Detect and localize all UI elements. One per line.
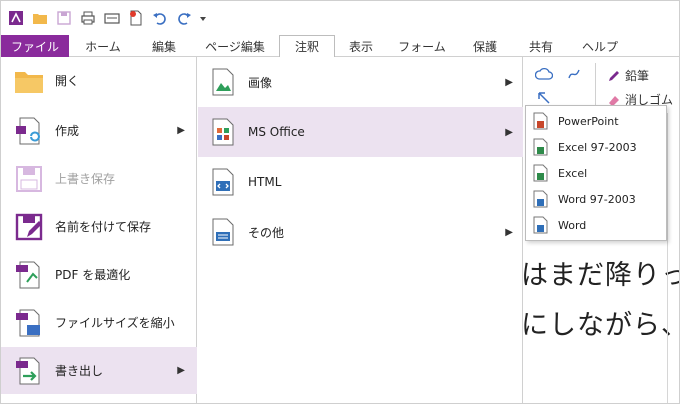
redo-icon[interactable] — [175, 9, 193, 27]
print-icon[interactable] — [79, 9, 97, 27]
export-word[interactable]: Word — [526, 212, 666, 238]
export-submenu: 画像 ▶ MS Office ▶ HTML その他 ▶ — [198, 57, 523, 403]
freehand-icon[interactable] — [567, 67, 581, 81]
export-icon — [13, 355, 45, 387]
tab-help[interactable]: ヘルプ — [569, 35, 631, 57]
file-menu: 開く 作成 ▶ 上書き保存 名前を付けて保存 PDF を最適化 ファイルサイズを… — [1, 57, 197, 403]
app-logo-icon[interactable] — [7, 9, 25, 27]
chevron-right-icon: ▶ — [177, 365, 185, 376]
tab-annotate[interactable]: 注釈 — [279, 35, 335, 58]
ms-office-file-icon — [208, 116, 238, 148]
menu-item-create[interactable]: 作成 ▶ — [1, 107, 197, 154]
tab-view[interactable]: 表示 — [335, 35, 387, 57]
ribbon-divider — [595, 63, 596, 109]
undo-icon[interactable] — [151, 9, 169, 27]
tab-share[interactable]: 共有 — [513, 35, 569, 57]
document-text-line: にしながら、 — [521, 310, 680, 341]
export-powerpoint[interactable]: PowerPoint — [526, 108, 666, 134]
export-excel-97-2003[interactable]: Excel 97-2003 — [526, 134, 666, 160]
export-item-html[interactable]: HTML — [198, 157, 523, 207]
chevron-right-icon: ▶ — [505, 126, 513, 138]
app-window: ファイル ホーム 編集 ページ編集 注釈 表示 フォーム 保護 共有 ヘルプ 鉛… — [0, 0, 680, 404]
chevron-right-icon: ▶ — [177, 125, 185, 136]
pencil-tool[interactable]: 鉛筆 — [607, 67, 649, 84]
excel-file-icon — [533, 138, 548, 156]
export-item-label: HTML — [248, 175, 282, 189]
export-word-97-2003[interactable]: Word 97-2003 — [526, 186, 666, 212]
tab-file[interactable]: ファイル — [1, 35, 69, 57]
open-folder-icon[interactable] — [31, 9, 49, 27]
menu-item-label: 作成 — [55, 124, 80, 138]
menu-item-optimize-pdf[interactable]: PDF を最適化 — [1, 251, 197, 298]
chevron-right-icon: ▶ — [505, 226, 513, 238]
export-item-label: 画像 — [248, 75, 273, 90]
export-item-image[interactable]: 画像 ▶ — [198, 57, 523, 107]
export-item-ms-office[interactable]: MS Office ▶ — [198, 107, 523, 157]
menu-item-label: 開く — [55, 74, 80, 88]
menu-item-label: PDF を最適化 — [55, 268, 131, 282]
export-item-label: MS Office — [248, 125, 305, 139]
export-excel[interactable]: Excel — [526, 160, 666, 186]
export-item-label: その他 — [248, 225, 285, 240]
reduce-size-icon — [13, 307, 45, 339]
word-file-icon — [533, 190, 548, 208]
document-text-line: はまだ降りっ — [521, 260, 680, 291]
export-item-other[interactable]: その他 ▶ — [198, 207, 523, 257]
scan-icon[interactable] — [103, 9, 121, 27]
flyout-item-label: Excel — [558, 166, 588, 180]
menu-item-label: ファイルサイズを縮小 — [55, 316, 175, 330]
save-icon — [13, 163, 45, 195]
menu-item-save-as[interactable]: 名前を付けて保存 — [1, 203, 197, 250]
menu-item-label: 名前を付けて保存 — [55, 220, 152, 234]
new-document-icon[interactable] — [127, 9, 145, 27]
save-icon[interactable] — [55, 9, 73, 27]
tab-form[interactable]: フォーム — [387, 35, 457, 57]
tab-page-edit[interactable]: ページ編集 — [191, 35, 279, 57]
menu-item-open[interactable]: 開く — [1, 57, 197, 104]
ms-office-flyout: PowerPoint Excel 97-2003 Excel Word 97-2… — [525, 105, 667, 241]
tab-protect[interactable]: 保護 — [457, 35, 513, 57]
menu-item-label: 書き出し — [55, 364, 104, 378]
pencil-icon — [609, 70, 619, 81]
tab-edit[interactable]: 編集 — [137, 35, 191, 57]
excel-file-icon — [533, 164, 548, 182]
flyout-item-label: PowerPoint — [558, 114, 619, 128]
html-file-icon — [208, 166, 238, 198]
optimize-pdf-icon — [13, 259, 45, 291]
quick-access-toolbar — [1, 1, 679, 35]
flyout-item-label: Word 97-2003 — [558, 192, 636, 206]
customize-dropdown-icon[interactable] — [199, 9, 207, 27]
menu-item-reduce-size[interactable]: ファイルサイズを縮小 — [1, 299, 197, 346]
chevron-right-icon: ▶ — [505, 76, 513, 88]
word-file-icon — [533, 216, 548, 234]
page-edge — [667, 113, 668, 403]
cloud-shape-icon[interactable] — [535, 67, 553, 81]
flyout-item-label: Word — [558, 218, 587, 232]
arrow-tool-icon[interactable] — [537, 91, 551, 105]
folder-icon — [13, 65, 45, 97]
pencil-label: 鉛筆 — [625, 69, 650, 83]
menu-item-label: 上書き保存 — [55, 172, 116, 186]
save-as-icon — [13, 211, 45, 243]
image-file-icon — [208, 66, 238, 98]
other-format-icon — [208, 216, 238, 248]
create-document-icon — [13, 115, 45, 147]
tab-home[interactable]: ホーム — [69, 35, 137, 57]
flyout-item-label: Excel 97-2003 — [558, 140, 637, 154]
powerpoint-file-icon — [533, 112, 548, 130]
ribbon-tabs: ファイル ホーム 編集 ページ編集 注釈 表示 フォーム 保護 共有 ヘルプ — [1, 35, 679, 58]
menu-item-save[interactable]: 上書き保存 — [1, 155, 197, 202]
menu-item-export[interactable]: 書き出し ▶ — [1, 347, 197, 394]
